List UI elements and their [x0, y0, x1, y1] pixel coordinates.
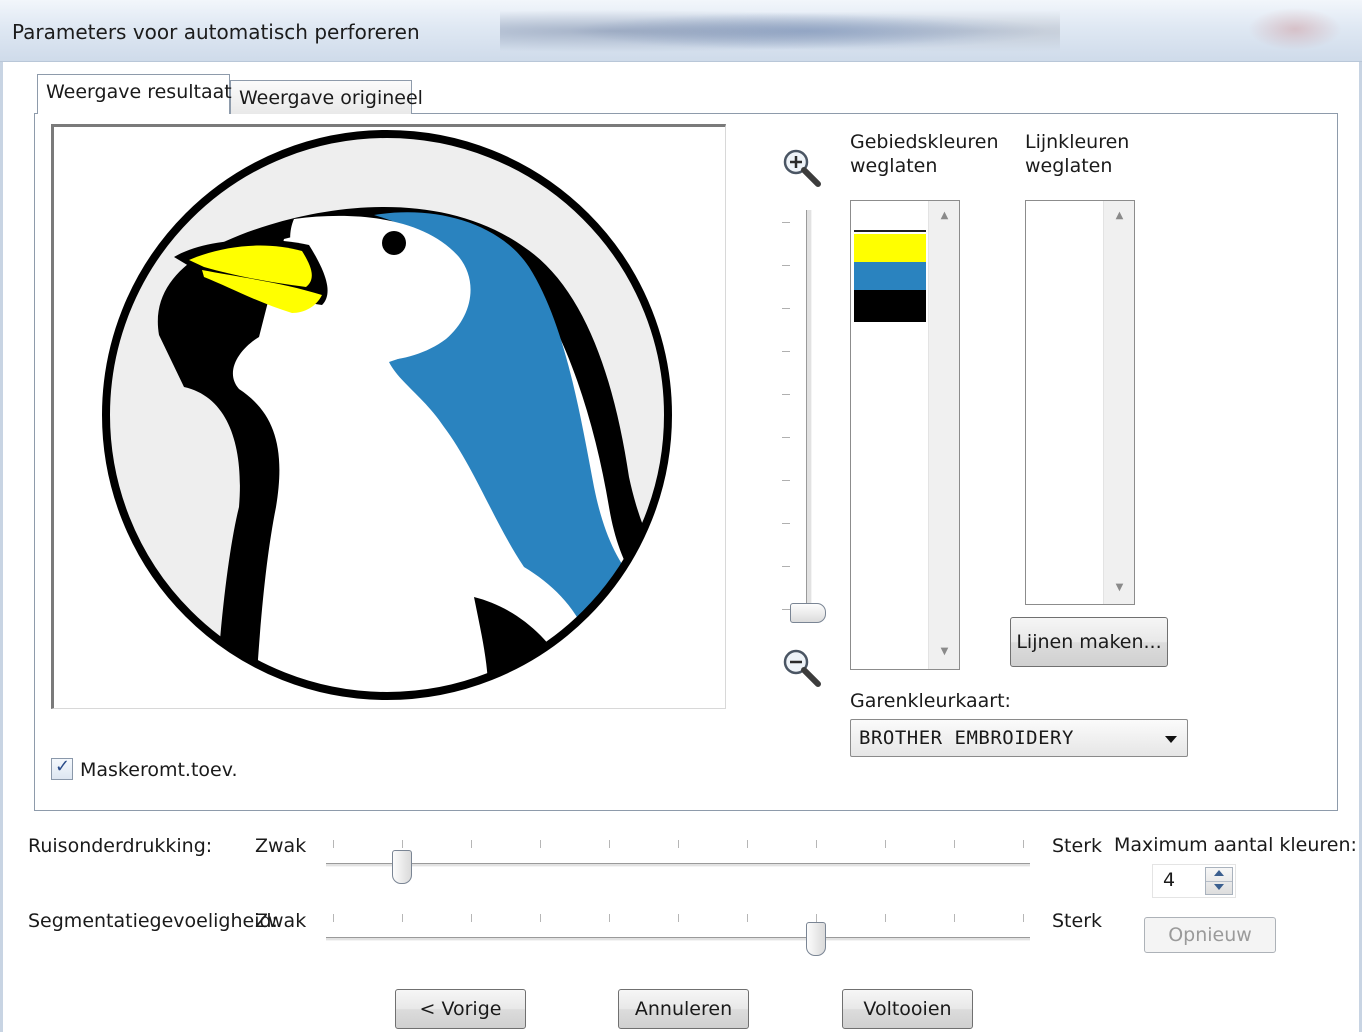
swatch-yellow[interactable]: [854, 234, 926, 262]
slider-tick: [1023, 840, 1024, 848]
tab-original-view[interactable]: Weergave origineel: [230, 80, 423, 114]
slider-tick: [333, 914, 334, 922]
finish-button[interactable]: Voltooien: [842, 989, 973, 1029]
max-colors-label: Maximum aantal kleuren:: [1114, 834, 1357, 856]
stepper-up-icon[interactable]: [1214, 870, 1224, 876]
tab-result-view[interactable]: Weergave resultaat: [37, 74, 232, 114]
slider-tick: [747, 840, 748, 848]
preview-pane: [51, 124, 726, 709]
cancel-button[interactable]: Annuleren: [618, 989, 749, 1029]
segmentation-slider-thumb[interactable]: [806, 922, 826, 956]
scroll-down-icon[interactable]: ▼: [929, 641, 960, 663]
window-title: Parameters voor automatisch perforeren: [12, 20, 420, 44]
area-colors-label-2: weglaten: [850, 155, 938, 177]
slider-tick: [954, 840, 955, 848]
zoom-tick: [782, 394, 790, 395]
zoom-in-icon[interactable]: [780, 146, 822, 188]
slider-tick: [885, 914, 886, 922]
thread-chart-value: BROTHER EMBROIDERY: [859, 727, 1074, 749]
noise-slider-track[interactable]: [326, 863, 1030, 867]
slider-tick: [747, 914, 748, 922]
line-colors-list[interactable]: ▲ ▼: [1025, 200, 1135, 605]
slider-tick: [609, 840, 610, 848]
slider-tick: [678, 914, 679, 922]
zoom-slider-thumb[interactable]: [790, 603, 826, 623]
stepper-buttons[interactable]: [1205, 867, 1233, 895]
slider-tick: [609, 914, 610, 922]
penguin-preview-image: [102, 130, 672, 700]
scroll-up-icon[interactable]: ▲: [929, 205, 960, 227]
scroll-down-icon[interactable]: ▼: [1104, 577, 1135, 599]
zoom-tick: [782, 265, 790, 266]
checkmark-icon: ✓: [55, 756, 71, 777]
slider-tick: [678, 840, 679, 848]
swatch-black[interactable]: [854, 290, 926, 322]
noise-strong-label: Sterk: [1052, 835, 1103, 857]
make-lines-button[interactable]: Lijnen maken...: [1010, 617, 1168, 667]
mask-label: Maskeromt.toev.: [80, 759, 238, 781]
segmentation-slider-track[interactable]: [326, 937, 1030, 941]
zoom-tick: [782, 437, 790, 438]
mask-checkbox[interactable]: ✓: [51, 756, 73, 780]
slider-tick: [816, 840, 817, 848]
penguin-eye: [382, 231, 406, 255]
slider-tick: [402, 840, 403, 848]
stepper-down-icon[interactable]: [1214, 884, 1224, 890]
zoom-tick: [782, 351, 790, 352]
noise-label: Ruisonderdrukking:: [28, 835, 213, 857]
thread-chart-select[interactable]: BROTHER EMBROIDERY: [850, 719, 1188, 757]
zoom-tick: [782, 480, 790, 481]
slider-tick: [816, 914, 817, 922]
line-colors-scrollbar[interactable]: ▲ ▼: [1103, 201, 1134, 604]
chevron-down-icon[interactable]: [1165, 736, 1177, 743]
max-colors-value[interactable]: 4: [1163, 869, 1175, 891]
zoom-tick: [782, 609, 790, 610]
slider-tick: [954, 914, 955, 922]
retry-button[interactable]: Opnieuw: [1144, 917, 1276, 953]
background-blur: [1240, 4, 1350, 54]
slider-tick: [471, 914, 472, 922]
stepper-divider: [1206, 881, 1232, 882]
slider-tick: [540, 840, 541, 848]
segmentation-label: Segmentatiegevoeligheid:: [28, 910, 278, 932]
max-colors-stepper[interactable]: 4: [1152, 864, 1236, 898]
slider-tick: [540, 914, 541, 922]
background-blur: [500, 6, 1060, 56]
line-colors-label: Lijnkleuren: [1025, 131, 1130, 153]
window-border-left: [0, 62, 3, 1032]
swatch-white[interactable]: [854, 204, 926, 232]
zoom-slider-track[interactable]: [806, 210, 812, 620]
area-colors-label: Gebiedskleuren: [850, 131, 999, 153]
segmentation-strong-label: Sterk: [1052, 910, 1103, 932]
slider-tick: [471, 840, 472, 848]
noise-slider-thumb[interactable]: [392, 850, 412, 884]
slider-tick: [402, 914, 403, 922]
scroll-up-icon[interactable]: ▲: [1104, 205, 1135, 227]
segmentation-weak-label: Zwak: [255, 910, 307, 932]
title-bar: Parameters voor automatisch perforeren: [0, 0, 1362, 62]
slider-tick: [1023, 914, 1024, 922]
zoom-tick: [782, 523, 790, 524]
previous-button[interactable]: < Vorige: [395, 989, 526, 1029]
zoom-out-icon[interactable]: [780, 646, 822, 688]
line-colors-label-2: weglaten: [1025, 155, 1113, 177]
zoom-tick: [782, 222, 790, 223]
noise-weak-label: Zwak: [255, 835, 307, 857]
slider-tick: [333, 840, 334, 848]
zoom-tick: [782, 308, 790, 309]
area-colors-scrollbar[interactable]: ▲ ▼: [928, 201, 959, 669]
slider-tick: [885, 840, 886, 848]
swatch-blue[interactable]: [854, 262, 926, 290]
thread-chart-label: Garenkleurkaart:: [850, 690, 1011, 712]
zoom-tick: [782, 566, 790, 567]
area-colors-list[interactable]: ▲ ▼: [850, 200, 960, 670]
